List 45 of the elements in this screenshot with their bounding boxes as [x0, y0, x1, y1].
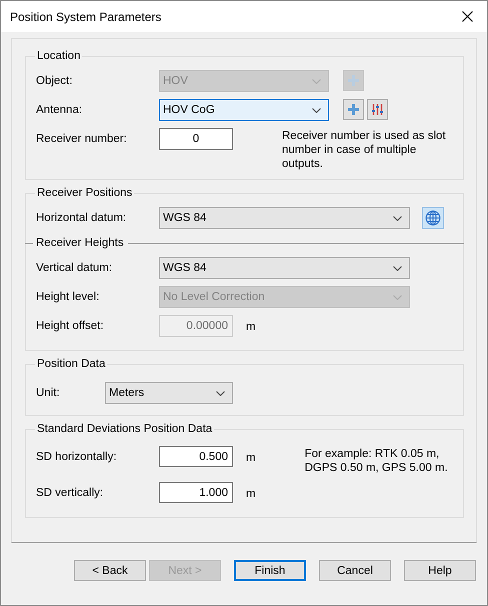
group-title: Location	[36, 50, 82, 62]
field-label: Object:	[36, 74, 74, 89]
window-title: Position System Parameters	[10, 10, 162, 24]
input-field[interactable]: 0.500	[159, 446, 233, 467]
hint-text: Receiver number is used as slot number in case of multiple outputs.	[282, 129, 447, 171]
unit-label: m	[246, 487, 256, 502]
unit-label: m	[246, 320, 256, 335]
dialog-button[interactable]: Cancel	[319, 560, 391, 581]
field-label: Unit:	[36, 386, 61, 401]
add-button[interactable]	[343, 99, 364, 120]
dialog-button[interactable]: < Back	[74, 560, 146, 581]
plus-icon	[347, 103, 360, 116]
sliders-icon	[371, 103, 384, 116]
field-label: Receiver number:	[36, 132, 128, 147]
caret-icon	[393, 216, 402, 220]
section-heading: Receiver Heights	[36, 237, 124, 249]
caret-icon	[312, 78, 321, 84]
caret-icon	[393, 266, 402, 270]
unit-label: m	[246, 451, 256, 466]
field-label: Height offset:	[36, 319, 105, 334]
close-icon	[462, 11, 472, 22]
input-field[interactable]: 1.000	[159, 482, 233, 503]
caret-icon	[312, 108, 321, 112]
caret-icon	[393, 294, 402, 300]
field-label: SD horizontally:	[36, 450, 118, 465]
group-title: Standard Deviations Position Data	[36, 423, 214, 435]
field-label: Height level:	[36, 290, 100, 305]
settings-button[interactable]	[367, 99, 388, 120]
globe-button[interactable]	[422, 207, 444, 229]
caret-icon	[216, 390, 225, 396]
dropdown[interactable]: WGS 84	[159, 207, 410, 229]
hint-text: For example: RTK 0.05 m, DGPS 0.50 m, GPS 5.00 m.	[304, 447, 449, 475]
globe-icon	[425, 210, 441, 226]
dropdown[interactable]: WGS 84	[159, 257, 410, 279]
group-title: Receiver Positions	[36, 187, 134, 199]
dropdown[interactable]: Meters	[105, 382, 233, 404]
group-title: Position Data	[36, 358, 106, 370]
input-field[interactable]: 0	[159, 128, 233, 150]
field-label: Antenna:	[36, 103, 84, 118]
field-label: Horizontal datum:	[36, 211, 128, 226]
dialog-button[interactable]: Finish	[234, 560, 306, 581]
field-label: SD vertically:	[36, 486, 104, 501]
field-label: Vertical datum:	[36, 261, 114, 276]
dropdown[interactable]: HOV CoG	[159, 99, 329, 121]
dialog-button[interactable]: Help	[404, 560, 476, 581]
